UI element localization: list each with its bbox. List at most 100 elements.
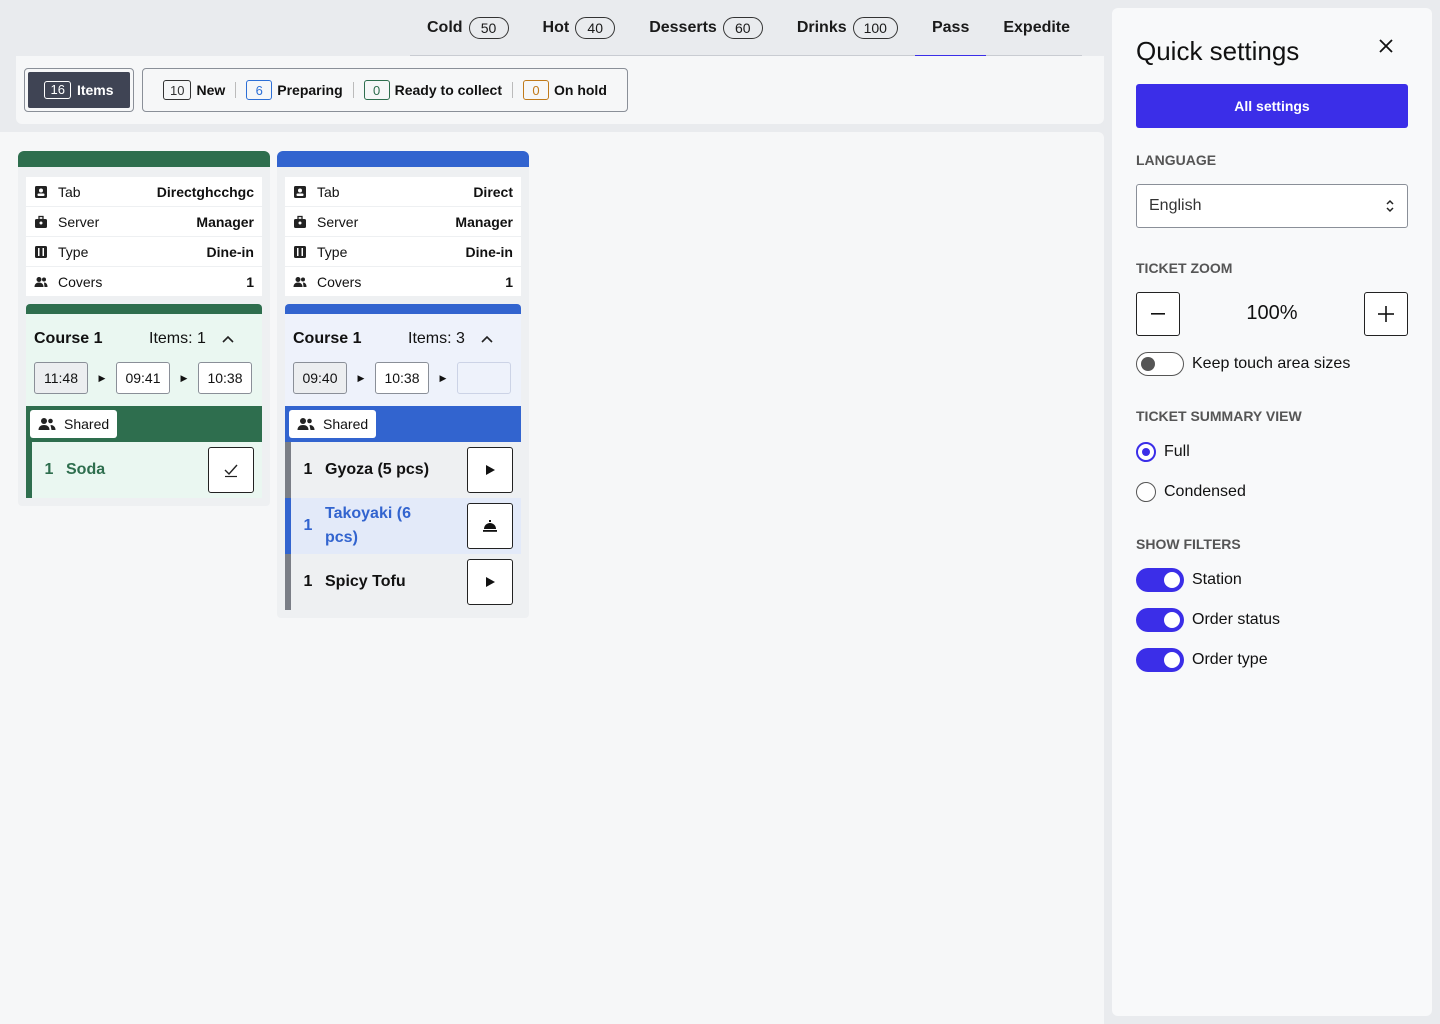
status-count: 10 (163, 80, 192, 100)
info-value: Dine-in (206, 243, 254, 260)
info-key: Type (58, 243, 89, 260)
order-line: 1 Soda (26, 442, 262, 498)
ticket-board: Tab Directghcchgc Server Manager Type Di… (0, 132, 1104, 1024)
check-icon (224, 464, 238, 478)
briefcase-icon (294, 215, 306, 228)
info-key: Tab (317, 183, 340, 200)
toggle-label: Order status (1192, 611, 1281, 628)
order-status-toggle[interactable] (1136, 608, 1184, 632)
time-started: 09:41 (116, 362, 170, 394)
start-button[interactable] (467, 447, 513, 493)
arrow-right-icon: ▶ (98, 372, 106, 383)
radio-condensed[interactable] (1136, 482, 1156, 502)
zoom-in-button[interactable] (1364, 292, 1408, 336)
briefcase-icon (35, 215, 47, 228)
course-item-count: Items: 1 (149, 330, 206, 347)
info-row-type: Type Dine-in (285, 237, 521, 266)
radio-full[interactable] (1136, 442, 1156, 462)
station-toggle[interactable] (1136, 568, 1184, 592)
status-new[interactable]: 10 New (163, 80, 225, 100)
order-line: 1 Gyoza (5 pcs) (285, 442, 521, 498)
order-type-toggle[interactable] (1136, 648, 1184, 672)
info-value: Dine-in (465, 243, 513, 260)
info-row-covers: Covers 1 (26, 267, 262, 296)
chevron-up-icon[interactable] (477, 330, 497, 348)
course-title: Course 1 (34, 330, 103, 347)
items-button[interactable]: 16 Items (28, 72, 130, 108)
filter-order-type-row: Order type (1136, 648, 1268, 672)
status-count: 6 (246, 80, 273, 100)
tab-cold[interactable]: Cold 50 (410, 0, 526, 56)
tab-hot[interactable]: Hot 40 (526, 0, 633, 56)
option-label: Full (1164, 443, 1190, 460)
line-qty: 1 (44, 461, 54, 478)
line-name: Soda (66, 461, 106, 478)
info-row-type: Type Dine-in (26, 237, 262, 266)
tab-count: 40 (575, 16, 616, 39)
line-qty: 1 (303, 461, 313, 478)
people-icon (293, 276, 307, 287)
tab-pass[interactable]: Pass (914, 0, 987, 57)
shared-label: Shared (64, 416, 110, 432)
summary-option-full: Full (1136, 442, 1190, 462)
course-section: Course 1 Items: 3 09:40 ▶ 10:38 ▶ (285, 314, 521, 406)
language-value: English (1149, 197, 1202, 214)
ticket-header-bar (277, 151, 529, 167)
info-value: Manager (196, 213, 254, 230)
select-arrows-icon (1386, 199, 1394, 213)
course-times: 11:48 ▶ 09:41 ▶ 10:38 (34, 362, 254, 394)
filter-order-status-row: Order status (1136, 608, 1280, 632)
info-key: Covers (317, 273, 362, 290)
items-count: 16 (44, 81, 71, 99)
tab-desserts[interactable]: Desserts 60 (632, 0, 780, 56)
time-ready (457, 362, 511, 394)
ticket-header-bar (18, 151, 270, 167)
cutlery-icon (35, 245, 47, 258)
course-header[interactable]: Course 1 Items: 1 (34, 322, 254, 356)
info-value: 1 (246, 273, 254, 290)
id-card-icon (294, 185, 306, 198)
panel-title: Quick settings (1136, 36, 1300, 66)
shared-chip: Shared (30, 410, 118, 438)
chevron-up-icon[interactable] (218, 330, 238, 348)
cutlery-icon (294, 245, 306, 258)
status-ready[interactable]: 0 Ready to collect (363, 80, 502, 100)
zoom-out-button[interactable] (1136, 292, 1180, 336)
filter-bar: 16 Items 10 New 6 Preparing 0 Ready to c… (16, 56, 1104, 124)
status-on-hold[interactable]: 0 On hold (523, 80, 607, 100)
info-value: Manager (455, 213, 513, 230)
show-filters-label: SHOW FILTERS (1136, 536, 1241, 552)
status-label: Preparing (277, 82, 343, 98)
course-item-count: Items: 3 (408, 330, 465, 347)
serve-button[interactable] (467, 503, 513, 549)
people-icon (297, 418, 315, 430)
start-button[interactable] (467, 559, 513, 605)
info-row-server: Server Manager (26, 207, 262, 236)
tab-expedite[interactable]: Expedite (986, 0, 1087, 56)
people-icon (38, 418, 56, 430)
tab-count: 50 (468, 16, 509, 39)
tab-label: Pass (931, 18, 970, 36)
all-settings-button[interactable]: All settings (1136, 84, 1408, 128)
status-preparing[interactable]: 6 Preparing (246, 80, 343, 100)
line-name: Gyoza (5 pcs) (325, 461, 430, 478)
option-label: Condensed (1164, 483, 1246, 500)
status-label: New (196, 82, 226, 98)
time-started: 10:38 (375, 362, 429, 394)
language-select[interactable]: English (1136, 184, 1408, 228)
time-ready: 10:38 (198, 362, 252, 394)
tab-drinks[interactable]: Drinks 100 (780, 0, 915, 56)
mark-done-button[interactable] (208, 447, 254, 493)
info-key: Type (317, 243, 348, 260)
status-count: 0 (523, 80, 549, 100)
info-value: Directghcchgc (156, 183, 254, 200)
keep-touch-toggle[interactable] (1136, 352, 1184, 376)
info-value: Direct (473, 183, 513, 200)
divider (235, 82, 237, 98)
keep-touch-row: Keep touch area sizes (1136, 352, 1350, 376)
course-header[interactable]: Course 1 Items: 3 (293, 322, 513, 356)
info-key: Server (317, 213, 359, 230)
close-icon[interactable] (1374, 34, 1398, 58)
info-key: Tab (58, 183, 81, 200)
order-line: 1 Spicy Tofu (285, 554, 521, 610)
